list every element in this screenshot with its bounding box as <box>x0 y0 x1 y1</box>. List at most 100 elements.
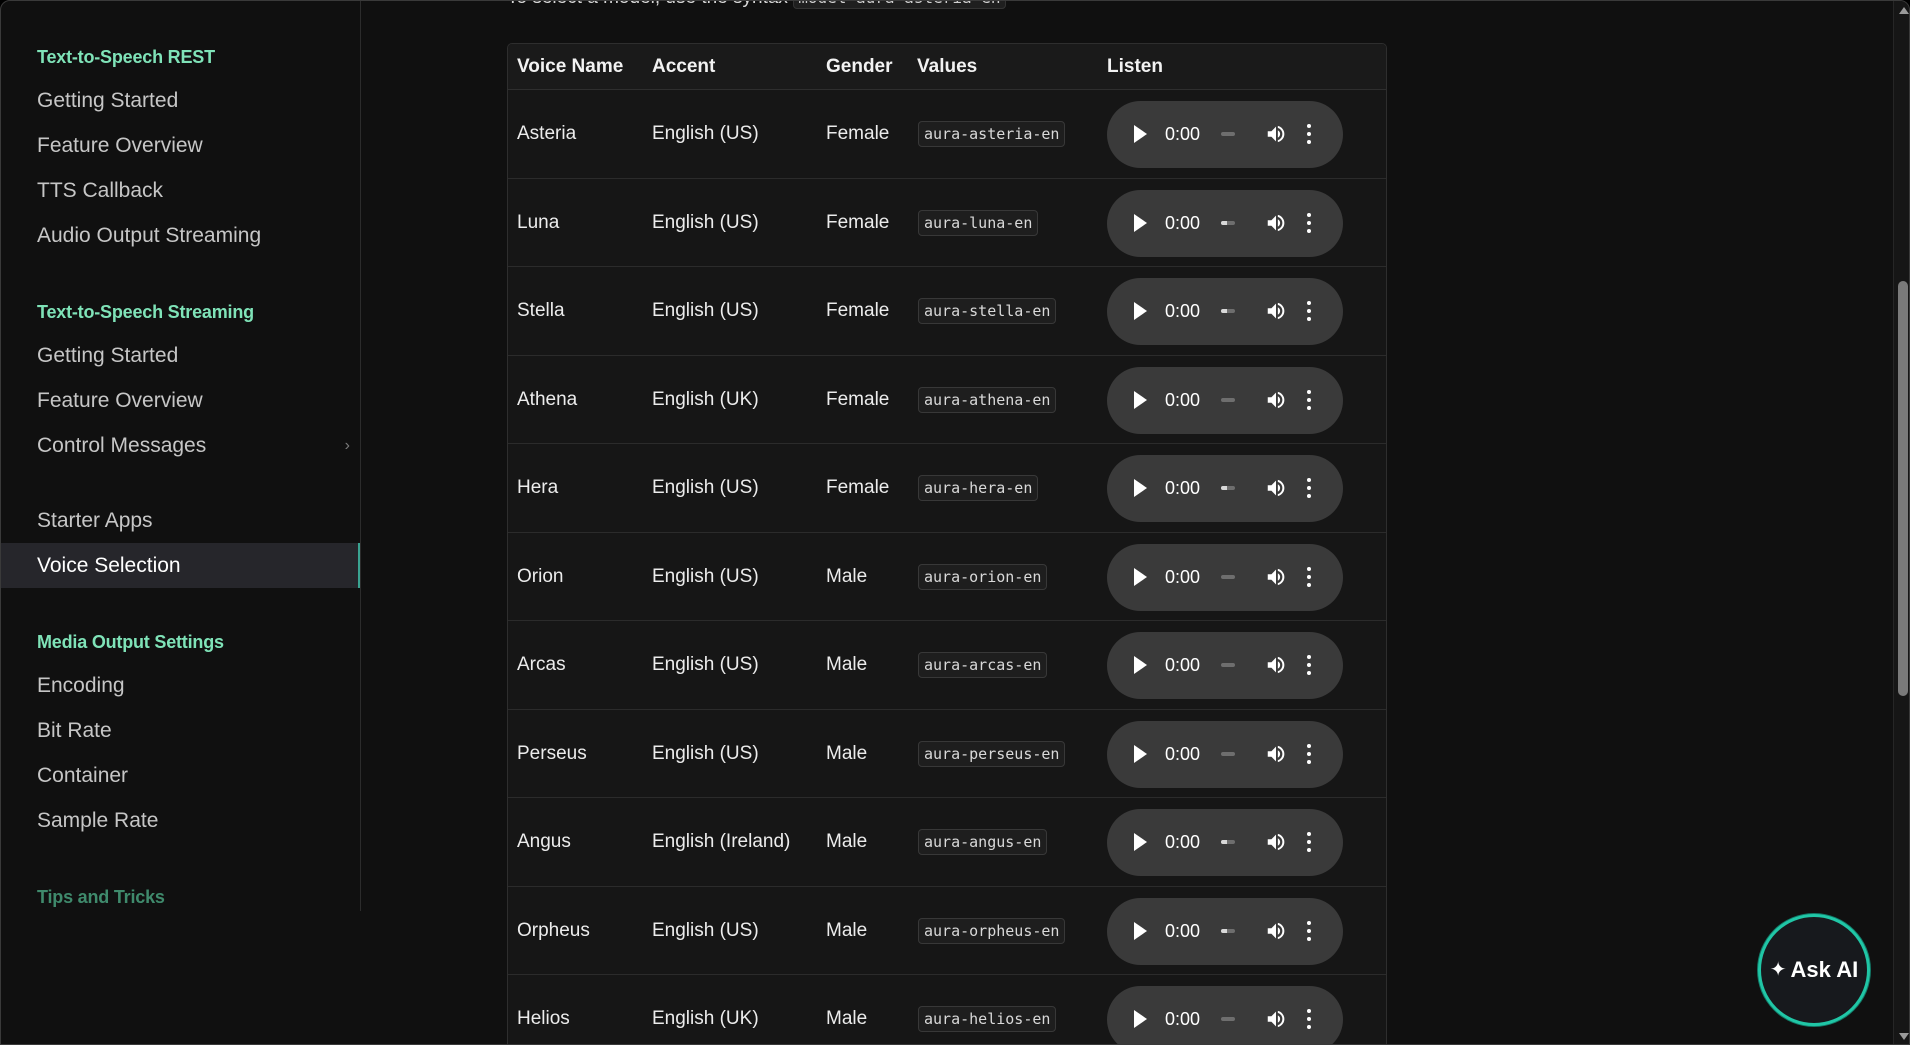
play-icon[interactable] <box>1134 479 1147 497</box>
audio-progress-fill <box>1221 928 1227 933</box>
play-icon[interactable] <box>1134 567 1147 586</box>
audio-progress-slider[interactable] <box>1221 928 1235 933</box>
page-scrollbar[interactable] <box>1893 1 1909 1044</box>
header-listen: Listen <box>1107 56 1163 77</box>
volume-icon[interactable] <box>1265 477 1287 499</box>
audio-progress-slider[interactable] <box>1221 663 1235 667</box>
table-row: Stella English (US) Female aura-stella-en 0:… <box>508 267 1386 356</box>
sidebar-item[interactable]: Getting Started <box>1 78 360 123</box>
audio-progress-slider[interactable] <box>1221 751 1235 756</box>
sidebar-item[interactable]: Container <box>1 753 360 798</box>
model-value-code: aura-hera-en <box>918 475 1039 501</box>
more-options-icon[interactable] <box>1306 301 1312 323</box>
header-values: Values <box>917 56 978 77</box>
sidebar-nav: Text-to-Speech REST Getting Started Featur… <box>1 1 361 911</box>
sidebar-item[interactable]: Encoding <box>1 663 360 708</box>
more-options-icon[interactable] <box>1306 743 1312 766</box>
accent-cell: English (UK) <box>652 388 759 410</box>
sidebar-item[interactable]: Feature Overview <box>1 123 360 168</box>
sidebar-item[interactable]: Feature Overview <box>1 378 360 423</box>
more-options-icon[interactable] <box>1306 1009 1312 1031</box>
sidebar-item-label: Audio Output Streaming <box>37 224 262 247</box>
audio-time: 0:00 <box>1165 1009 1201 1029</box>
volume-icon[interactable] <box>1265 300 1287 322</box>
audio-player: 0:00 <box>1107 809 1343 876</box>
sidebar-item[interactable]: Starter Apps <box>1 498 360 543</box>
chevron-right-icon[interactable]: › <box>345 423 350 468</box>
sidebar-item[interactable]: TTS Callback <box>1 168 360 213</box>
model-value-code: aura-perseus-en <box>918 740 1066 767</box>
model-value-code: aura-luna-en <box>918 209 1039 236</box>
audio-progress-slider[interactable] <box>1221 220 1235 225</box>
sidebar-item-label: Voice Selection <box>37 554 181 577</box>
sidebar-item[interactable]: Sample Rate <box>1 798 360 843</box>
volume-icon[interactable] <box>1265 654 1287 676</box>
more-options-icon[interactable] <box>1306 212 1312 235</box>
ask-ai-content: ✦ Ask AI <box>1770 957 1858 983</box>
volume-icon[interactable] <box>1265 566 1287 588</box>
audio-progress-slider[interactable] <box>1221 574 1235 579</box>
more-options-icon[interactable] <box>1306 566 1312 589</box>
header-accent: Accent <box>652 56 716 77</box>
play-icon[interactable] <box>1134 656 1147 674</box>
volume-icon[interactable] <box>1265 389 1287 411</box>
volume-icon[interactable] <box>1265 1008 1287 1030</box>
ask-ai-button[interactable]: ✦ Ask AI <box>1758 914 1870 1026</box>
accent-cell: English (Ireland) <box>652 831 791 852</box>
play-icon[interactable] <box>1134 302 1147 320</box>
audio-progress-slider[interactable] <box>1221 309 1235 313</box>
volume-icon[interactable] <box>1265 743 1287 765</box>
play-icon[interactable] <box>1134 213 1147 232</box>
audio-progress-slider[interactable] <box>1221 840 1235 844</box>
table-row: Perseus English (US) Male aura-perseus-en 0:… <box>508 710 1386 798</box>
scroll-thumb[interactable] <box>1898 281 1908 696</box>
header-voice-name: Voice Name <box>517 56 624 77</box>
more-options-icon[interactable] <box>1306 832 1312 854</box>
audio-progress-slider[interactable] <box>1221 132 1235 136</box>
model-value-code: aura-helios-en <box>918 1006 1057 1032</box>
sidebar-item-label: Getting Started <box>37 344 179 367</box>
volume-icon[interactable] <box>1265 920 1287 942</box>
volume-icon[interactable] <box>1265 831 1287 853</box>
audio-player: 0:00 <box>1107 986 1343 1044</box>
table-row: Arcas English (US) Male aura-arcas-en 0:00 <box>508 621 1386 710</box>
play-icon[interactable] <box>1134 125 1147 143</box>
audio-progress-slider[interactable] <box>1221 1017 1235 1021</box>
play-icon[interactable] <box>1134 744 1147 763</box>
sidebar-section-title: Media Output Settings <box>37 632 224 652</box>
play-icon[interactable] <box>1134 833 1147 851</box>
play-icon[interactable] <box>1134 1010 1147 1028</box>
more-options-icon[interactable] <box>1306 920 1312 943</box>
sidebar-item-label: Encoding <box>37 674 125 697</box>
sidebar-item[interactable]: Control Messages › <box>1 423 360 468</box>
scroll-down-arrow-icon[interactable] <box>1899 1033 1909 1040</box>
scroll-up-arrow-icon[interactable] <box>1899 7 1909 14</box>
audio-progress-fill <box>1221 309 1227 313</box>
model-value-code: aura-orpheus-en <box>918 917 1066 944</box>
accent-cell: English (US) <box>652 211 759 233</box>
play-icon[interactable] <box>1134 390 1147 409</box>
more-options-icon[interactable] <box>1306 124 1312 146</box>
volume-icon[interactable] <box>1265 212 1287 234</box>
play-icon[interactable] <box>1134 921 1147 940</box>
audio-player: 0:00 <box>1107 455 1343 522</box>
voice-name-cell: Luna <box>517 211 560 233</box>
sidebar-item-label: Starter Apps <box>37 509 153 532</box>
gender-cell: Female <box>826 211 890 233</box>
audio-player: 0:00 <box>1107 543 1343 611</box>
gender-cell: Female <box>826 388 890 410</box>
accent-cell: English (US) <box>652 565 759 587</box>
sidebar-item[interactable]: Audio Output Streaming <box>1 213 360 258</box>
sidebar-item[interactable]: Voice Selection <box>1 543 360 588</box>
more-options-icon[interactable] <box>1306 655 1312 677</box>
audio-progress-slider[interactable] <box>1221 397 1235 402</box>
volume-icon[interactable] <box>1265 123 1287 145</box>
audio-time: 0:00 <box>1165 389 1201 410</box>
sidebar-item[interactable]: Bit Rate <box>1 708 360 753</box>
sidebar-item[interactable]: Getting Started <box>1 333 360 378</box>
model-value-code: aura-angus-en <box>918 829 1048 855</box>
table-row: Helios English (UK) Male aura-helios-en 0:00 <box>508 975 1386 1044</box>
audio-progress-slider[interactable] <box>1221 486 1235 490</box>
more-options-icon[interactable] <box>1306 389 1312 412</box>
more-options-icon[interactable] <box>1306 478 1312 500</box>
